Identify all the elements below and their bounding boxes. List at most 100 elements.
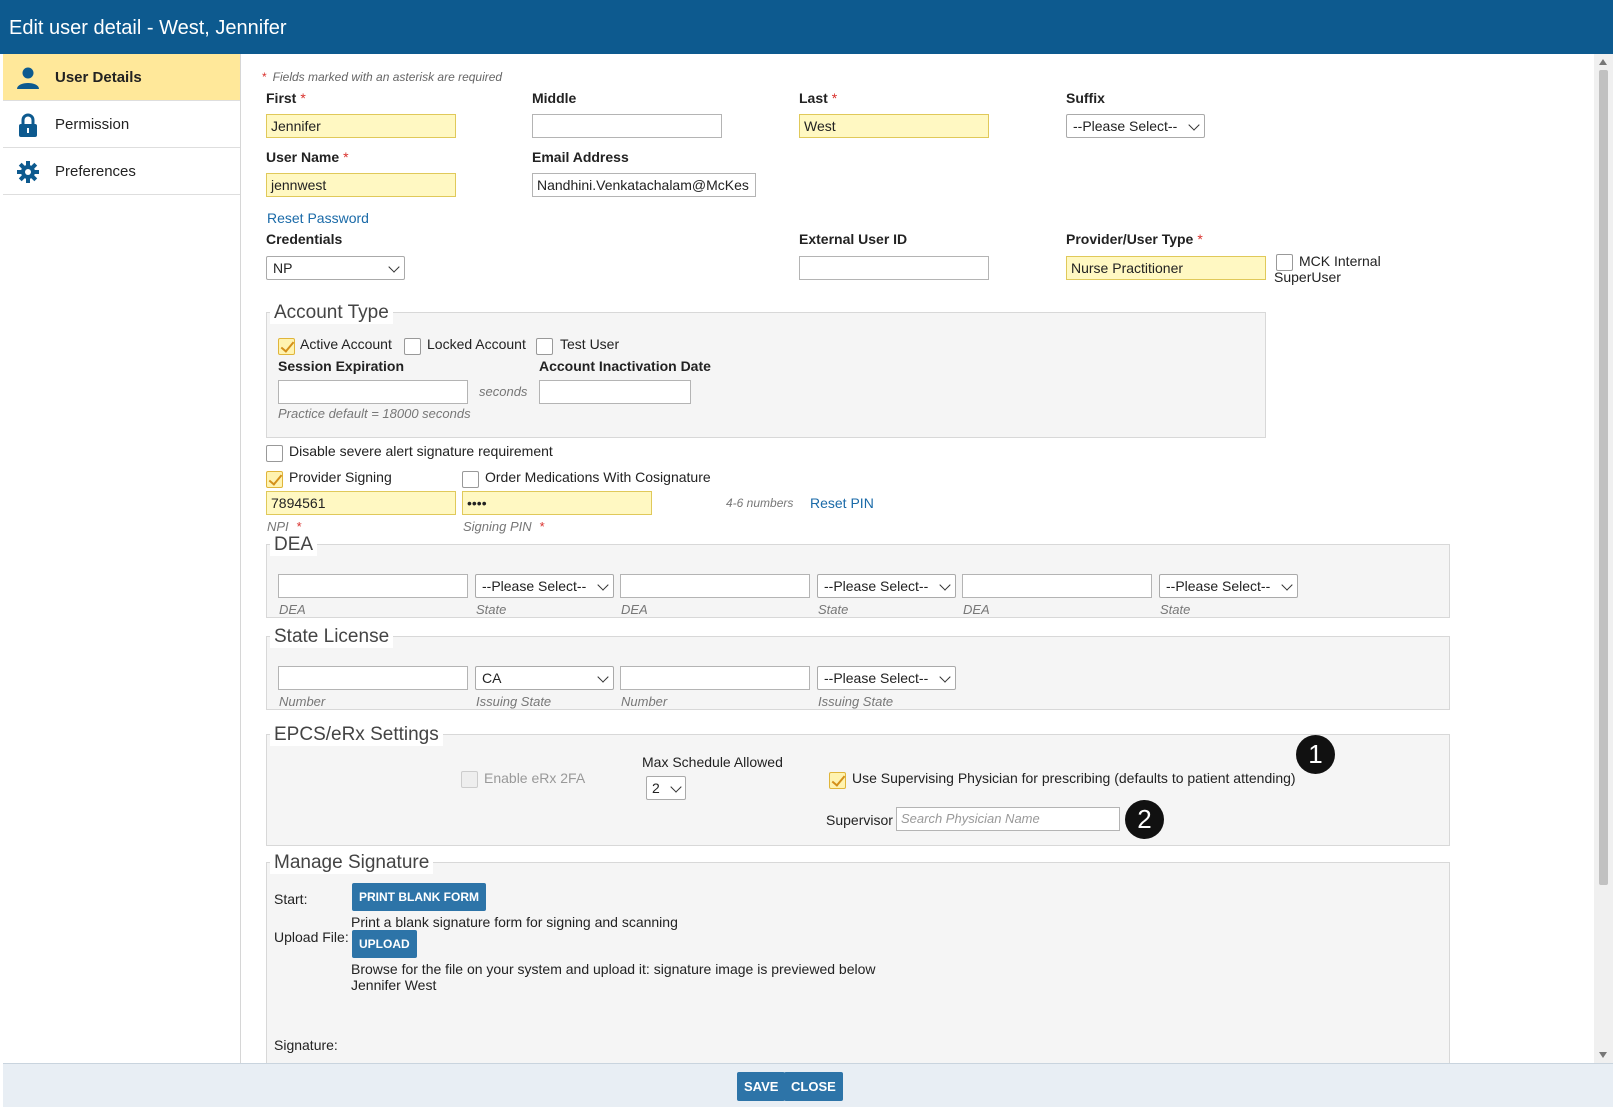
main-content: * Fields marked with an asterisk are requ… xyxy=(242,54,1594,1063)
first-label: First * xyxy=(266,90,306,106)
pin-hint: 4-6 numbers xyxy=(726,496,794,510)
dea-state-select-1[interactable]: --Please Select-- xyxy=(475,574,614,598)
scroll-thumb[interactable] xyxy=(1599,70,1608,885)
last-label: Last * xyxy=(799,90,838,106)
max-schedule-label: Max Schedule Allowed xyxy=(642,754,783,770)
suffix-label: Suffix xyxy=(1066,90,1105,106)
test-user-checkbox[interactable] xyxy=(536,338,553,355)
save-button[interactable]: SAVE xyxy=(737,1072,786,1101)
lock-icon xyxy=(19,113,37,137)
npi-field[interactable]: 7894561 xyxy=(266,491,456,515)
email-field[interactable]: Nandhini.Venkatachalam@McKes xyxy=(532,173,756,197)
use-supervising-checkbox[interactable] xyxy=(829,772,846,789)
scroll-down-icon[interactable] xyxy=(1599,1052,1607,1058)
number-caption-2: Number xyxy=(621,694,668,709)
sidebar: User Details Permission Preferences xyxy=(3,54,241,1063)
order-meds-checkbox[interactable] xyxy=(462,471,479,488)
provider-type-field[interactable]: Nurse Practitioner xyxy=(1066,256,1266,280)
credentials-label: Credentials xyxy=(266,231,343,247)
email-label: Email Address xyxy=(532,149,629,165)
middle-name-field[interactable] xyxy=(532,114,722,138)
provider-signing-checkbox[interactable] xyxy=(266,471,283,488)
signing-pin-field[interactable]: •••• xyxy=(462,491,652,515)
credentials-select[interactable]: NP xyxy=(266,256,405,280)
upload-description: Browse for the file on your system and u… xyxy=(351,961,876,977)
max-schedule-select[interactable]: 2 xyxy=(646,776,686,800)
sidebar-item-preferences[interactable]: Preferences xyxy=(3,148,240,195)
dea-field-2[interactable] xyxy=(620,574,810,598)
scroll-up-icon[interactable] xyxy=(1599,59,1607,65)
upload-file-label: Upload File: xyxy=(274,929,349,945)
window-title: Edit user detail - West, Jennifer xyxy=(0,0,1613,54)
dea-caption-1: DEA xyxy=(279,602,306,617)
signing-pin-label: Signing PIN * xyxy=(463,519,545,534)
upload-button[interactable]: UPLOAD xyxy=(352,930,417,958)
footer-bar: SAVE CLOSE xyxy=(3,1063,1613,1107)
locked-account-checkbox[interactable] xyxy=(404,338,421,355)
manage-signature-title: Manage Signature xyxy=(270,852,434,874)
sidebar-item-label: Preferences xyxy=(55,162,136,180)
active-account-checkbox[interactable] xyxy=(278,338,295,355)
dea-field-1[interactable] xyxy=(278,574,468,598)
inactivation-date-field[interactable] xyxy=(539,380,691,404)
license-number-field-2[interactable] xyxy=(620,666,810,690)
account-type-title: Account Type xyxy=(270,302,393,324)
reset-pin-link[interactable]: Reset PIN xyxy=(810,495,874,511)
license-state-select-2[interactable]: --Please Select-- xyxy=(817,666,956,690)
callout-badge-2: 2 xyxy=(1125,800,1164,839)
sidebar-item-label: User Details xyxy=(55,68,142,86)
dea-caption-2: DEA xyxy=(621,602,648,617)
first-name-field[interactable]: Jennifer xyxy=(266,114,456,138)
license-number-field-1[interactable] xyxy=(278,666,468,690)
dea-state-select-3[interactable]: --Please Select-- xyxy=(1159,574,1298,598)
last-name-field[interactable]: West xyxy=(799,114,989,138)
dea-caption-3: DEA xyxy=(963,602,990,617)
state-caption-1: State xyxy=(476,602,507,617)
sidebar-item-label: Permission xyxy=(55,115,130,133)
sidebar-item-user-details[interactable]: User Details xyxy=(3,54,240,101)
signature-name: Jennifer West xyxy=(351,977,437,993)
enable-2fa-checkbox[interactable] xyxy=(461,771,478,788)
close-button[interactable]: CLOSE xyxy=(784,1072,843,1101)
external-id-label: External User ID xyxy=(799,231,908,247)
state-caption-3: State xyxy=(1160,602,1191,617)
dea-field-3[interactable] xyxy=(962,574,1152,598)
suffix-select[interactable]: --Please Select-- xyxy=(1066,114,1205,138)
reset-password-link[interactable]: Reset Password xyxy=(267,210,369,226)
order-meds-label: Order Medications With Cosignature xyxy=(485,469,711,485)
vertical-scrollbar[interactable] xyxy=(1594,54,1613,1063)
inactivation-date-label: Account Inactivation Date xyxy=(539,358,711,374)
user-icon xyxy=(17,67,39,89)
external-id-field[interactable] xyxy=(799,256,989,280)
username-field[interactable]: jennwest xyxy=(266,173,456,197)
test-user-label: Test User xyxy=(560,336,620,352)
license-state-select-1[interactable]: CA xyxy=(475,666,614,690)
start-label: Start: xyxy=(274,891,308,907)
seconds-hint: seconds xyxy=(479,384,528,399)
locked-account-label: Locked Account xyxy=(427,336,526,352)
dea-title: DEA xyxy=(270,534,318,556)
print-blank-form-button[interactable]: PRINT BLANK FORM xyxy=(352,883,486,911)
state-caption-2: State xyxy=(818,602,849,617)
callout-badge-1: 1 xyxy=(1296,735,1335,774)
number-caption-1: Number xyxy=(279,694,326,709)
mck-internal-label-line2: SuperUser xyxy=(1274,269,1341,285)
supervisor-label: Supervisor xyxy=(826,812,893,828)
npi-label: NPI * xyxy=(267,519,302,534)
required-note: * Fields marked with an asterisk are requ… xyxy=(262,70,503,84)
sidebar-item-permission[interactable]: Permission xyxy=(3,101,240,148)
dea-state-select-2[interactable]: --Please Select-- xyxy=(817,574,956,598)
disable-alert-checkbox[interactable] xyxy=(266,445,283,462)
issuing-caption-2: Issuing State xyxy=(818,694,894,709)
use-supervising-label: Use Supervising Physician for prescribin… xyxy=(852,770,1296,786)
signature-label: Signature: xyxy=(274,1037,338,1053)
provider-type-label: Provider/User Type * xyxy=(1066,231,1203,247)
supervisor-search-input[interactable]: Search Physician Name xyxy=(896,807,1120,831)
enable-2fa-label: Enable eRx 2FA xyxy=(484,770,586,786)
provider-signing-label: Provider Signing xyxy=(289,469,392,485)
session-expiration-field[interactable] xyxy=(278,380,468,404)
practice-default-hint: Practice default = 18000 seconds xyxy=(278,406,471,421)
active-account-label: Active Account xyxy=(300,336,392,352)
issuing-caption-1: Issuing State xyxy=(476,694,552,709)
state-license-title: State License xyxy=(270,626,394,648)
